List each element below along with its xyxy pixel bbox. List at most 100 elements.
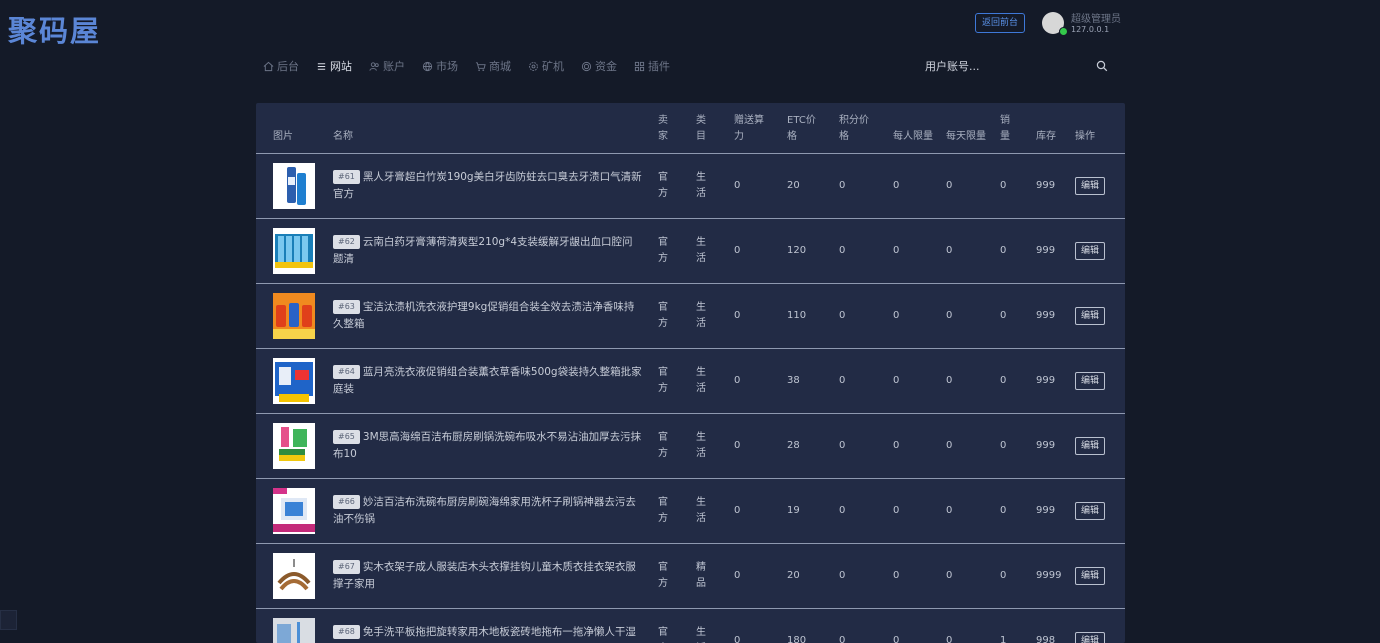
nav-item-shop[interactable]: 商城 [475, 58, 511, 74]
edit-button[interactable]: 编辑 [1075, 437, 1105, 455]
product-id-badge: #68 [333, 625, 360, 639]
column-header-sales: 销量 [1000, 103, 1036, 154]
column-header-bonus: 赠送算力 [734, 103, 787, 154]
stock-cell: 999 [1036, 414, 1075, 479]
nav-item-market[interactable]: 市场 [422, 58, 458, 74]
column-header-actions: 操作 [1075, 103, 1125, 154]
edit-button[interactable]: 编辑 [1075, 372, 1105, 390]
online-status-icon [1059, 27, 1068, 36]
points-price-cell: 0 [839, 349, 893, 414]
points-price-cell: 0 [839, 154, 893, 219]
per-day-limit-cell: 0 [946, 154, 1000, 219]
grid-icon [634, 61, 645, 72]
nav-item-home[interactable]: 后台 [263, 58, 299, 74]
seller-cell: 官方 [658, 154, 696, 219]
nav-item-funds[interactable]: 资金 [581, 58, 617, 74]
actions-cell: 编辑 [1075, 349, 1125, 414]
product-thumbnail[interactable] [273, 618, 315, 643]
per-person-limit-cell: 0 [893, 414, 946, 479]
nav-item-site[interactable]: 网站 [316, 58, 352, 74]
product-id-badge: #63 [333, 300, 360, 314]
search-icon[interactable] [1096, 60, 1108, 72]
actions-cell: 编辑 [1075, 284, 1125, 349]
per-day-limit-cell: 0 [946, 414, 1000, 479]
product-thumbnail[interactable] [273, 293, 315, 339]
etc-price-cell: 110 [787, 284, 839, 349]
bonus-cell: 0 [734, 414, 787, 479]
home-icon [263, 61, 274, 72]
etc-price-cell: 28 [787, 414, 839, 479]
product-id-badge: #66 [333, 495, 360, 509]
bonus-cell: 0 [734, 154, 787, 219]
category-cell: 生活 [696, 219, 734, 284]
seller-cell: 官方 [658, 284, 696, 349]
product-name: 实木衣架子成人服装店木头衣撑挂钩儿童木质衣挂衣架衣服撑子家用 [333, 561, 636, 590]
nav-item-miner[interactable]: 矿机 [528, 58, 564, 74]
nav-item-label: 插件 [648, 58, 670, 74]
bonus-cell: 0 [734, 349, 787, 414]
edit-button[interactable]: 编辑 [1075, 502, 1105, 520]
product-name: 免手洗平板拖把旋转家用木地板瓷砖地拖布一拖净懒人干湿两用拖把 [333, 626, 636, 643]
search-input[interactable]: 用户账号... [925, 58, 980, 74]
per-day-limit-cell: 0 [946, 479, 1000, 544]
nav-item-plugins[interactable]: 插件 [634, 58, 670, 74]
etc-price-cell: 20 [787, 154, 839, 219]
sales-cell: 0 [1000, 544, 1036, 609]
actions-cell: 编辑 [1075, 544, 1125, 609]
product-name: 3M思高海绵百洁布厨房刷锅洗碗布吸水不易沾油加厚去污抹布10 [333, 431, 641, 460]
product-image-cell [256, 349, 333, 414]
nav-item-label: 后台 [277, 58, 299, 74]
product-thumbnail[interactable] [273, 488, 315, 534]
cart-icon [475, 61, 486, 72]
product-thumbnail[interactable] [273, 553, 315, 599]
product-name: 妙洁百洁布洗碗布厨房刷碗海绵家用洗杯子刷锅神器去污去油不伤锅 [333, 496, 636, 525]
user-ip: 127.0.0.1 [1071, 25, 1109, 34]
product-thumbnail[interactable] [273, 423, 315, 469]
product-thumbnail[interactable] [273, 358, 315, 404]
column-header-seller: 卖家 [658, 103, 696, 154]
stock-cell: 999 [1036, 349, 1075, 414]
product-thumbnail[interactable] [273, 228, 315, 274]
nav-item-account[interactable]: 账户 [369, 58, 405, 74]
stock-cell: 9999 [1036, 544, 1075, 609]
users-icon [369, 61, 380, 72]
bonus-cell: 0 [734, 284, 787, 349]
product-name-cell: #653M思高海绵百洁布厨房刷锅洗碗布吸水不易沾油加厚去污抹布10 [333, 414, 658, 479]
nav-item-label: 矿机 [542, 58, 564, 74]
edit-button[interactable]: 编辑 [1075, 567, 1105, 585]
edit-button[interactable]: 编辑 [1075, 242, 1105, 260]
return-frontend-button[interactable]: 返回前台 [975, 13, 1025, 33]
seller-cell: 官方 [658, 349, 696, 414]
column-header-per-person-limit: 每人限量 [893, 103, 946, 154]
bonus-cell: 0 [734, 219, 787, 284]
points-price-cell: 0 [839, 219, 893, 284]
gear-icon [528, 61, 539, 72]
user-name[interactable]: 超级管理员 [1071, 10, 1121, 25]
seller-cell: 官方 [658, 414, 696, 479]
nav-item-label: 网站 [330, 58, 352, 74]
product-name-cell: #61黑人牙膏超白竹炭190g美白牙齿防蛀去口臭去牙渍口气清新官方 [333, 154, 658, 219]
edit-button[interactable]: 编辑 [1075, 177, 1105, 195]
stock-cell: 999 [1036, 154, 1075, 219]
column-header-name: 名称 [333, 103, 658, 154]
product-thumbnail[interactable] [273, 163, 315, 209]
per-day-limit-cell: 0 [946, 544, 1000, 609]
table-row: #66妙洁百洁布洗碗布厨房刷碗海绵家用洗杯子刷锅神器去污去油不伤锅官方生活019… [256, 479, 1125, 544]
seller-cell: 官方 [658, 219, 696, 284]
per-person-limit-cell: 0 [893, 154, 946, 219]
product-id-badge: #67 [333, 560, 360, 574]
column-header-etc-price: ETC价格 [787, 103, 839, 154]
main-nav: 后台 网站 账户 市场 商城 矿机 资金 插件 [263, 58, 687, 74]
product-name: 蓝月亮洗衣液促销组合装薰衣草香味500g袋装持久整箱批家庭装 [333, 366, 642, 395]
actions-cell: 编辑 [1075, 154, 1125, 219]
points-price-cell: 0 [839, 544, 893, 609]
site-logo[interactable]: 聚码屋 [8, 8, 101, 50]
actions-cell: 编辑 [1075, 479, 1125, 544]
product-id-badge: #62 [333, 235, 360, 249]
per-day-limit-cell: 0 [946, 219, 1000, 284]
product-id-badge: #65 [333, 430, 360, 444]
per-person-limit-cell: 0 [893, 284, 946, 349]
seller-cell: 官方 [658, 479, 696, 544]
edit-button[interactable]: 编辑 [1075, 307, 1105, 325]
nav-item-label: 市场 [436, 58, 458, 74]
